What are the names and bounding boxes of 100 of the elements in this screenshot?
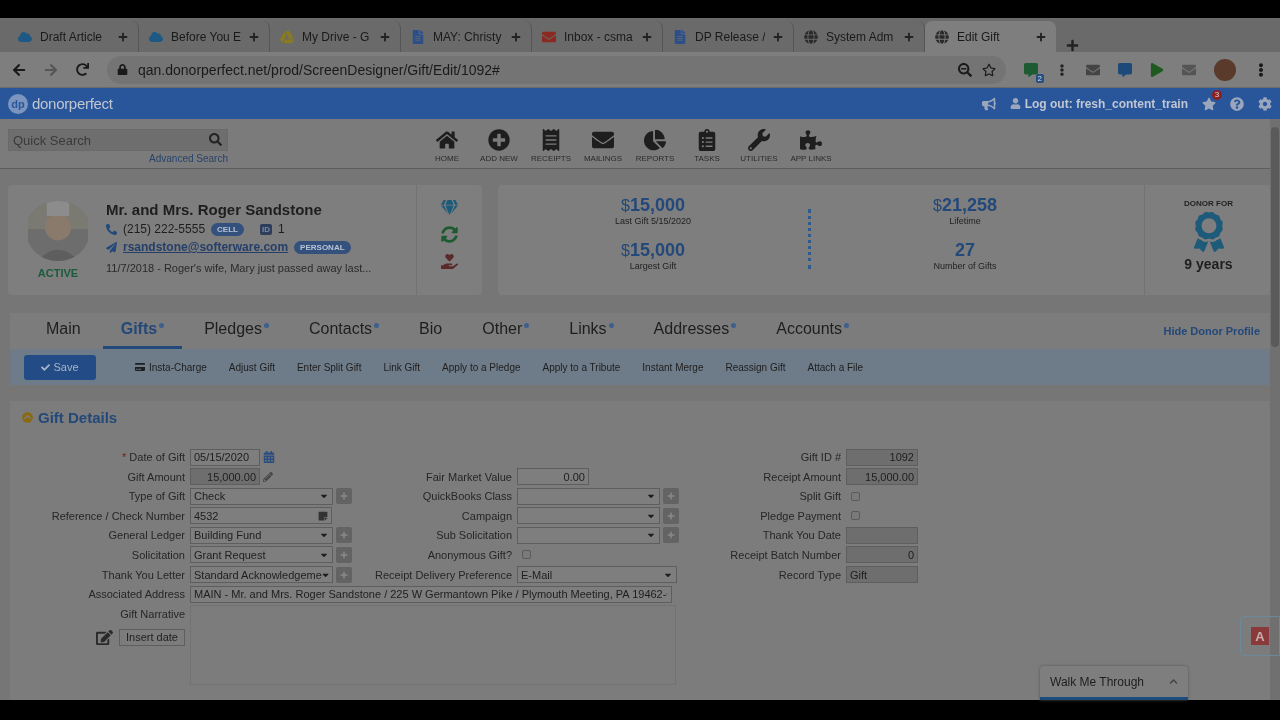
nav-item[interactable]: TASKS bbox=[684, 129, 730, 163]
plus-icon bbox=[340, 570, 348, 579]
select-field[interactable] bbox=[517, 487, 660, 505]
readonly-field: 15,000.00 bbox=[846, 468, 918, 486]
insert-date-button[interactable]: Insert date bbox=[119, 628, 185, 646]
extension-icon[interactable] bbox=[1024, 62, 1038, 77]
help-icon[interactable] bbox=[1230, 96, 1244, 111]
search-icon[interactable] bbox=[209, 133, 222, 146]
extension-icon[interactable] bbox=[1150, 62, 1164, 77]
stat-value: $21,258 bbox=[933, 195, 997, 216]
readonly-field: 0 bbox=[846, 546, 918, 564]
scrollbar[interactable] bbox=[1270, 119, 1280, 700]
field-label: Anonymous Gift? bbox=[426, 548, 512, 561]
tab[interactable]: Accounts bbox=[758, 320, 867, 349]
readonly-field: Gift bbox=[846, 566, 918, 584]
field-label: Thank You Date bbox=[761, 529, 841, 542]
advanced-search-link[interactable]: Advanced Search bbox=[149, 153, 228, 164]
tab[interactable]: Addresses bbox=[635, 320, 755, 349]
new-tab-icon[interactable] bbox=[1066, 39, 1079, 52]
nav-item[interactable]: ADD NEW bbox=[476, 129, 522, 163]
date-field[interactable]: 05/15/2020 bbox=[190, 448, 260, 466]
gem-icon[interactable] bbox=[441, 199, 458, 216]
tab[interactable]: Contacts bbox=[290, 320, 398, 349]
checkbox[interactable] bbox=[851, 491, 860, 501]
select-field[interactable] bbox=[517, 526, 660, 544]
back-icon[interactable] bbox=[12, 62, 26, 77]
toolbar-button[interactable]: Insta-Charge bbox=[126, 361, 216, 373]
toolbar-button[interactable]: Reassign Gift bbox=[716, 361, 795, 373]
add-button[interactable] bbox=[663, 527, 679, 544]
feedback-button[interactable]: A bbox=[1240, 616, 1280, 656]
stat-label: Largest Gift bbox=[629, 261, 677, 271]
hide-profile-link[interactable]: Hide Donor Profile bbox=[1163, 325, 1270, 337]
walkme-widget[interactable]: Walk Me Through bbox=[1040, 666, 1188, 700]
browser-tab[interactable]: Edit Gift bbox=[925, 21, 1056, 52]
save-button[interactable]: Save bbox=[24, 354, 96, 380]
toolbar-button[interactable]: Link Gift bbox=[374, 361, 430, 373]
donor-for-label: DONOR FOR bbox=[1184, 199, 1233, 208]
address-bar[interactable]: qan.donorperfect.net/prod/ScreenDesigner/Gift/Edit/1092# bbox=[107, 55, 1006, 84]
toolbar-button[interactable]: Enter Split Gift bbox=[287, 361, 371, 373]
profile-avatar[interactable] bbox=[1214, 58, 1236, 81]
stat-value: $15,000 bbox=[621, 240, 685, 261]
settings-icon[interactable] bbox=[1258, 96, 1272, 111]
select-field[interactable] bbox=[517, 507, 660, 525]
alert-count: 3 bbox=[1212, 89, 1222, 100]
pencil-icon[interactable] bbox=[263, 471, 273, 482]
number-field[interactable]: 0.00 bbox=[517, 468, 589, 486]
nav-item[interactable]: REPORTS bbox=[632, 129, 678, 163]
checkbox[interactable] bbox=[851, 511, 860, 521]
add-button[interactable] bbox=[336, 566, 352, 583]
toolbar-button[interactable]: Attach a File bbox=[798, 361, 873, 373]
heart-hands-icon[interactable] bbox=[441, 253, 458, 270]
toolbar-button[interactable]: Adjust Gift bbox=[219, 361, 284, 373]
envelope-icon bbox=[592, 129, 614, 151]
toolbar-button[interactable]: Apply to a Tribute bbox=[533, 361, 630, 373]
logout-link[interactable]: Log out: fresh_content_train bbox=[1024, 96, 1188, 111]
plus-icon bbox=[667, 492, 675, 501]
forward-icon[interactable] bbox=[44, 62, 58, 77]
bookmark-icon[interactable] bbox=[982, 62, 996, 77]
select-field[interactable]: Standard Acknowledgeme bbox=[190, 566, 333, 584]
toolbar-button[interactable]: Instant Merge bbox=[633, 361, 713, 373]
tab[interactable]: Links bbox=[551, 320, 632, 349]
toolbar-button[interactable]: Apply to a Pledge bbox=[433, 361, 530, 373]
reload-icon[interactable] bbox=[76, 63, 89, 76]
sync-icon[interactable] bbox=[441, 226, 458, 243]
nav-item[interactable]: MAILINGS bbox=[580, 129, 626, 163]
text-field[interactable]: 4532 bbox=[190, 507, 332, 525]
amount-field[interactable]: 15,000.00 bbox=[190, 468, 260, 486]
checkbox[interactable] bbox=[522, 550, 531, 560]
nav-item[interactable]: HOME bbox=[424, 129, 470, 163]
phone-icon bbox=[106, 223, 117, 235]
select-field[interactable]: E-Mail bbox=[517, 566, 677, 584]
add-button[interactable] bbox=[336, 488, 352, 505]
select-field[interactable]: Grant Request bbox=[190, 546, 333, 564]
add-button[interactable] bbox=[336, 546, 352, 563]
logo-text: donorperfect bbox=[32, 95, 113, 112]
narrative-field[interactable] bbox=[190, 604, 676, 685]
nav-item[interactable]: RECEIPTS bbox=[528, 129, 574, 163]
select-field[interactable]: Building Fund bbox=[190, 526, 333, 544]
tab[interactable]: Bio bbox=[401, 320, 461, 349]
nav-item[interactable]: UTILITIES bbox=[736, 129, 782, 163]
extension-icon[interactable] bbox=[1182, 62, 1196, 77]
site-icon bbox=[804, 29, 818, 44]
add-button[interactable] bbox=[663, 488, 679, 505]
tab[interactable]: Pledges bbox=[186, 320, 287, 349]
extension-icon[interactable] bbox=[1086, 62, 1100, 77]
tab[interactable]: Main bbox=[28, 320, 99, 349]
donor-years: 9 years bbox=[1184, 256, 1233, 272]
add-button[interactable] bbox=[663, 507, 679, 524]
field-label: Sub Solicitation bbox=[435, 529, 512, 542]
credit-card-icon bbox=[135, 362, 145, 372]
nav-item[interactable]: APP LINKS bbox=[788, 129, 834, 163]
megaphone-icon[interactable] bbox=[981, 96, 996, 111]
zoom-icon[interactable] bbox=[958, 62, 972, 77]
address-select[interactable]: MAIN - Mr. and Mrs. Roger Sandstone / 225 W Germantown Pike / Plymouth Meeting, PA 19462- bbox=[190, 585, 672, 603]
select-field[interactable]: Check bbox=[190, 487, 333, 505]
extension-icon[interactable] bbox=[1118, 62, 1132, 77]
star-icon[interactable] bbox=[1202, 96, 1216, 111]
add-button[interactable] bbox=[336, 527, 352, 544]
email-link[interactable]: rsandstone@softerware.com bbox=[123, 240, 289, 254]
tab[interactable]: Other bbox=[464, 320, 548, 349]
